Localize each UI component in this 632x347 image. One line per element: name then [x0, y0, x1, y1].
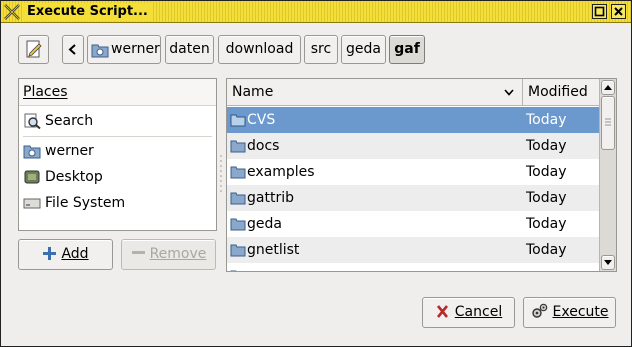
file-modified: Today	[526, 112, 567, 128]
folder-icon	[230, 244, 246, 257]
execute-script-dialog: Execute Script... werner daten download …	[0, 0, 632, 347]
cancel-button[interactable]: Cancel	[422, 297, 515, 328]
places-item-label: Desktop	[45, 169, 103, 185]
folder-icon	[230, 114, 246, 127]
drive-icon	[23, 198, 41, 209]
chevron-left-icon	[68, 44, 76, 55]
folder-icon	[230, 192, 246, 205]
crumb-src[interactable]: src	[304, 35, 338, 64]
file-modified: Today	[526, 164, 567, 180]
window-title: Execute Script...	[23, 3, 152, 21]
crumb-label: src	[310, 41, 332, 57]
title-bar[interactable]: Execute Script...	[1, 1, 631, 23]
file-name: docs	[247, 138, 280, 154]
crumb-gaf[interactable]: gaf	[389, 35, 425, 64]
minus-icon	[131, 251, 145, 254]
add-button-label: Add	[61, 246, 89, 262]
file-modified: Today	[526, 216, 567, 232]
crumb-label: gaf	[394, 41, 420, 57]
places-header[interactable]: Places	[19, 79, 216, 106]
places-separator	[23, 136, 212, 137]
edit-pencil-icon	[26, 40, 42, 58]
column-header-modified[interactable]: Modified	[522, 79, 601, 106]
execute-button-label: Execute	[552, 304, 609, 320]
thumb-grip-icon	[605, 118, 611, 126]
scroll-down-button[interactable]	[601, 255, 615, 270]
scroll-thumb[interactable]	[601, 96, 615, 150]
file-list: Name Modified CVS Today docs Today examp…	[226, 78, 617, 272]
sort-descending-icon	[504, 89, 514, 96]
places-item-search[interactable]: Search	[23, 109, 93, 133]
places-item-label: Search	[45, 113, 94, 129]
close-button[interactable]	[611, 4, 626, 19]
crumb-label: werner	[111, 41, 160, 57]
pathbar-back-button[interactable]	[62, 35, 84, 64]
file-row[interactable]: examples Today	[227, 159, 599, 185]
gears-icon	[531, 303, 547, 318]
column-modified-label: Modified	[528, 84, 588, 100]
scroll-up-button[interactable]	[601, 80, 615, 95]
search-icon	[24, 113, 41, 129]
remove-bookmark-button[interactable]: Remove	[121, 239, 216, 270]
vertical-scrollbar[interactable]	[599, 79, 616, 271]
cancel-x-icon	[436, 305, 448, 318]
close-icon	[614, 7, 623, 16]
cancel-button-label: Cancel	[454, 304, 503, 320]
file-row[interactable]: gattrib Today	[227, 185, 599, 211]
maximize-button[interactable]	[592, 4, 607, 19]
app-x-icon	[4, 4, 20, 20]
folder-icon	[230, 270, 237, 271]
file-name: examples	[247, 164, 315, 180]
places-item-label: werner	[45, 143, 94, 159]
home-folder-icon	[91, 44, 109, 58]
pane-resize-grip[interactable]	[219, 153, 223, 193]
edit-location-button[interactable]	[18, 35, 49, 64]
crumb-werner[interactable]: werner	[87, 35, 161, 64]
file-row-partial[interactable]	[227, 263, 599, 271]
places-item-label: File System	[45, 195, 126, 211]
file-modified: Today	[526, 190, 567, 206]
file-row[interactable]: gnetlist Today	[227, 237, 599, 263]
remove-button-label: Remove	[149, 246, 207, 262]
crumb-label: download	[225, 41, 294, 57]
places-header-label: Places	[23, 84, 68, 100]
file-modified: Today	[526, 242, 567, 258]
file-modified: Today	[526, 138, 567, 154]
file-row[interactable]: geda Today	[227, 211, 599, 237]
file-name: geda	[247, 216, 282, 232]
plus-icon	[43, 247, 57, 260]
crumb-daten[interactable]: daten	[165, 35, 214, 64]
column-header-name[interactable]: Name	[227, 79, 522, 106]
desktop-icon	[24, 170, 40, 184]
file-row[interactable]: CVS Today	[227, 107, 599, 133]
places-item-file-system[interactable]: File System	[23, 191, 125, 215]
file-name: gattrib	[247, 190, 294, 206]
crumb-label: geda	[346, 41, 381, 57]
places-item-desktop[interactable]: Desktop	[23, 165, 103, 189]
folder-icon	[230, 166, 246, 179]
folder-icon	[230, 218, 246, 231]
column-name-label: Name	[232, 84, 274, 100]
file-name: gnetlist	[247, 242, 300, 258]
home-folder-icon	[23, 145, 41, 159]
crumb-label: daten	[169, 41, 210, 57]
maximize-icon	[594, 6, 605, 17]
arrow-up-icon	[604, 85, 612, 90]
arrow-down-icon	[604, 260, 612, 265]
add-bookmark-button[interactable]: Add	[18, 239, 113, 270]
file-name: CVS	[247, 112, 276, 128]
places-pane: Places Search werner Desktop File System	[18, 78, 217, 231]
places-item-werner[interactable]: werner	[23, 139, 94, 163]
folder-icon	[230, 140, 246, 153]
file-row[interactable]: docs Today	[227, 133, 599, 159]
crumb-download[interactable]: download	[218, 35, 301, 64]
execute-button[interactable]: Execute	[523, 297, 616, 328]
crumb-geda[interactable]: geda	[341, 35, 386, 64]
